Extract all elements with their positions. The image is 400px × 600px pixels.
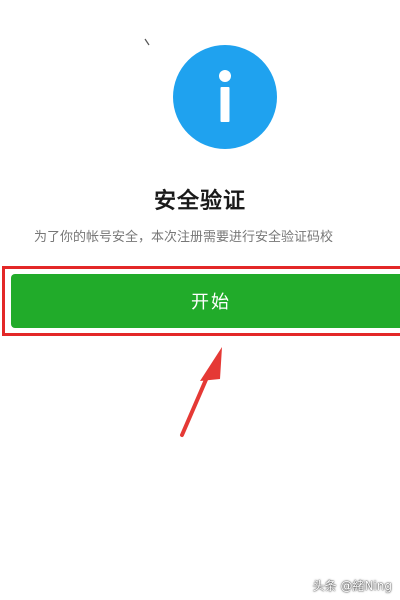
stray-mark [144,38,150,46]
verification-description: 为了你的帐号安全，本次注册需要进行安全验证码校 [34,230,334,245]
security-verification-screen: 安全验证 为了你的帐号安全，本次注册需要进行安全验证码校 开始 头条 @緒Nin… [0,0,400,600]
watermark: 头条 @緒Ning [312,579,392,593]
page-title: 安全验证 [153,189,246,214]
info-icon [173,45,277,149]
start-button[interactable]: 开始 [11,274,400,328]
arrow-icon [180,347,222,437]
